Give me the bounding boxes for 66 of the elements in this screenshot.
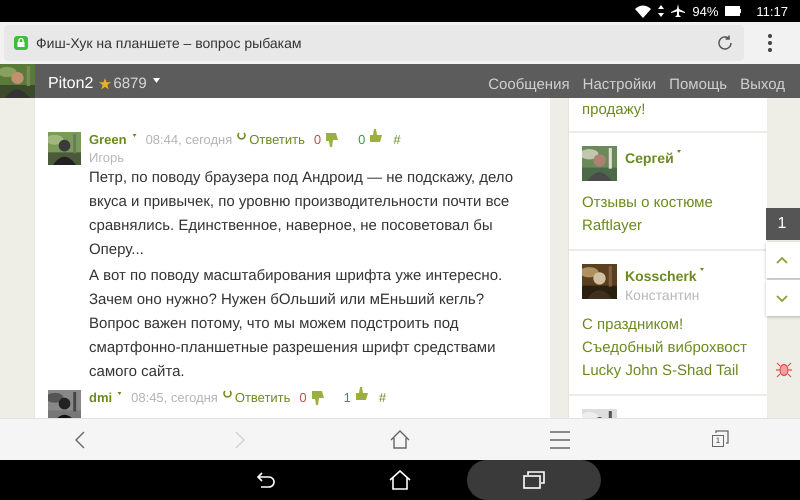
clock: 11:17 <box>756 4 788 18</box>
anchor-link[interactable]: # <box>378 390 386 405</box>
thumbs-up-icon[interactable] <box>370 128 384 142</box>
address-bar[interactable]: Фиш-Хук на планшете – вопрос рыбакам <box>4 25 744 61</box>
home-icon <box>389 470 411 490</box>
comment-time: 08:44, сегодня <box>146 132 232 147</box>
caret-icon[interactable] <box>117 392 122 395</box>
reply-link[interactable]: Ответить <box>222 390 290 405</box>
nav-link[interactable]: Настройки <box>582 76 656 93</box>
recent-apps-icon <box>523 471 545 489</box>
author-name[interactable]: dmi <box>89 390 112 405</box>
topic-link[interactable]: Съедобный виброхвост <box>582 336 757 359</box>
thumbs-down-icon[interactable] <box>312 390 325 404</box>
comment-counter[interactable]: 1 <box>766 208 800 240</box>
chevron-up-icon <box>776 256 788 264</box>
topic-link[interactable]: Raftlayer <box>582 214 757 237</box>
topic-link[interactable]: продажу! <box>582 98 757 121</box>
reply-link[interactable]: Ответить <box>237 132 305 147</box>
chevron-down-icon <box>776 294 788 302</box>
back-arrow-icon <box>256 472 276 488</box>
caret-icon[interactable] <box>132 134 137 137</box>
plus-count: 0 <box>358 132 366 147</box>
thumbs-down-icon[interactable] <box>326 132 340 146</box>
topic-link[interactable]: Отзывы о костюме <box>582 191 757 214</box>
data-arrows-icon <box>658 5 664 17</box>
lock-icon <box>14 36 28 50</box>
minus-count: 0 <box>314 132 322 147</box>
caret-icon[interactable] <box>700 268 704 271</box>
nav-link[interactable]: Помощь <box>669 76 728 93</box>
minus-count: 0 <box>299 390 307 405</box>
recent-apps-button[interactable] <box>467 460 601 500</box>
star-icon <box>99 78 112 90</box>
airplane-icon <box>671 4 686 18</box>
back-icon[interactable] <box>75 430 85 448</box>
tab-count: 1 <box>712 434 724 446</box>
menu-icon[interactable] <box>768 34 772 52</box>
home-icon[interactable] <box>390 430 410 449</box>
comment-time: 08:45, сегодня <box>131 390 218 405</box>
caret-icon[interactable] <box>152 78 160 83</box>
username: Piton2 <box>48 75 94 94</box>
tabs-button[interactable]: 1 <box>710 430 730 450</box>
wifi-icon <box>635 4 652 18</box>
reply-icon <box>222 390 232 399</box>
comment-text: Петр, по поводу браузера под Андроид — не подскажу, дело вкуса и привычек, по уровню производительности почти все сравнялись. Единственное, наверное, не посоветовал бы Оперу... <box>89 168 514 260</box>
nav-link[interactable]: Выход <box>740 76 785 93</box>
topic-link[interactable]: Lucky John S-Shad Tail <box>582 359 757 382</box>
real-name: Константин <box>625 287 700 303</box>
thumbs-up-icon[interactable] <box>356 386 369 400</box>
page-title: Фиш-Хук на планшете – вопрос рыбакам <box>36 35 303 51</box>
rating: 6879 <box>113 75 147 92</box>
reply-icon <box>237 132 246 141</box>
nav-link[interactable]: Сообщения <box>488 76 570 93</box>
menu-icon[interactable] <box>550 430 570 448</box>
comment-text: А вот по поводу масштабирования шрифта уже интересно. Зачем оно нужно? Нужен бОльший или мЕньший кегль? Вопрос важен потому, что мы можем подстроить под смартфонно-планшетные разрешения шрифт средствами самого сайта. <box>89 266 504 382</box>
author-name[interactable]: Kosscherk <box>625 268 697 284</box>
author-name[interactable]: Green <box>89 132 127 147</box>
topic-link[interactable]: С праздником! <box>582 313 757 336</box>
real-name: Игорь <box>89 150 126 165</box>
plus-count: 1 <box>344 390 351 405</box>
caret-icon[interactable] <box>676 150 681 153</box>
bug-icon[interactable] <box>775 360 793 378</box>
battery-level: 94% <box>692 4 718 18</box>
author-name[interactable]: Сергей <box>625 150 674 166</box>
battery-icon <box>725 6 742 16</box>
reload-icon[interactable] <box>716 34 734 52</box>
anchor-link[interactable]: # <box>393 132 401 147</box>
